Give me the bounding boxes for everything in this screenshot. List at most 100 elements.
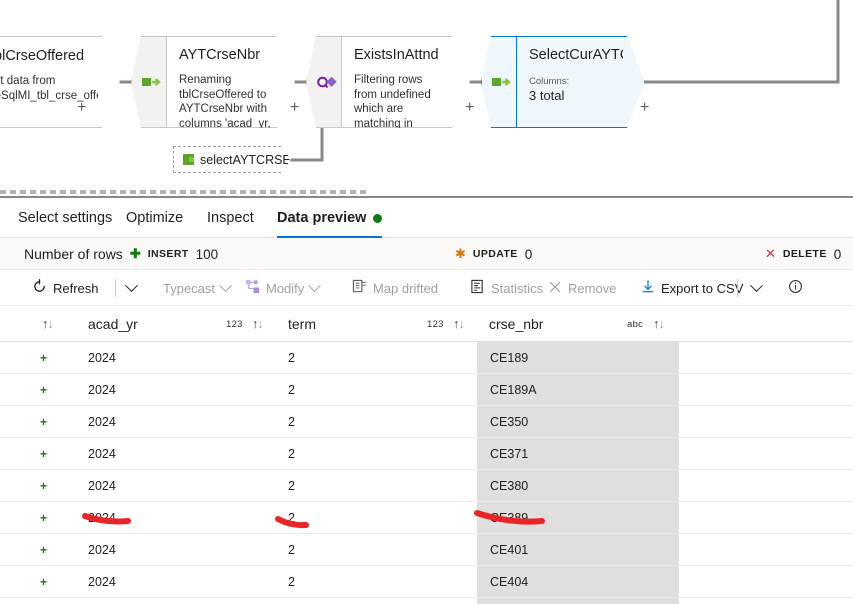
export-to-csv-button[interactable]: Export to CSV: [641, 270, 743, 306]
sort-toggle-next[interactable]: ↑↓: [653, 306, 665, 342]
node-name: SelectCurAYTCRSE: [529, 47, 623, 63]
cell-acad-yr: 2024: [88, 479, 116, 493]
column-header-acad-yr[interactable]: acad_yr: [88, 306, 138, 342]
tab-label: Data preview: [277, 210, 367, 226]
add-node-button[interactable]: +: [640, 100, 649, 116]
typecast-button[interactable]: Typecast: [163, 270, 232, 306]
statistics-button[interactable]: Statistics: [470, 270, 543, 306]
table-row[interactable]: + 2024 2 CE389: [0, 502, 853, 534]
cell-crse-nbr: CE371: [490, 447, 529, 461]
column-header-term[interactable]: term: [288, 306, 316, 342]
download-icon: [641, 279, 655, 297]
table-row[interactable]: + 2024 2 CE404: [0, 566, 853, 598]
node-title-row: tblCrseOffered: [0, 46, 98, 65]
node-name: AYTCrseNbr: [179, 47, 261, 63]
sort-toggle-acad-yr[interactable]: ↑↓: [42, 306, 54, 342]
tab-inspect[interactable]: Inspect: [207, 198, 254, 238]
panel-resize-handle[interactable]: [0, 190, 368, 194]
map-drifted-label: Map drifted: [373, 280, 439, 296]
cell-acad-yr: 2024: [88, 447, 116, 461]
table-row[interactable]: + 2024 2 CE401: [0, 534, 853, 566]
row-marker: +: [40, 543, 48, 557]
add-node-button[interactable]: +: [290, 100, 299, 116]
flow-node-SelectCurAYTCRSE[interactable]: SelectCurAYTCRSE Columns: 3 total +: [516, 36, 649, 128]
sort-icon: ↑↓: [252, 317, 264, 331]
export-to-csv-label: Export to CSV: [661, 280, 744, 296]
node-name: tblCrseOffered: [0, 47, 85, 64]
cell-crse-nbr: CE189: [490, 351, 529, 365]
cell-crse-nbr: CE350: [490, 415, 529, 429]
sort-toggle-crse-nbr[interactable]: ↑↓: [453, 306, 465, 342]
cell-crse-nbr: CE189A: [490, 383, 537, 397]
node-name: ExistsInAttnd: [354, 47, 439, 63]
refresh-button[interactable]: Refresh: [32, 270, 99, 306]
table-row[interactable]: + 2024 2 CE189: [0, 342, 853, 374]
add-node-button[interactable]: +: [465, 100, 474, 116]
info-button[interactable]: [788, 270, 803, 306]
table-row[interactable]: + 2024 2 CE350: [0, 406, 853, 438]
remove-icon: [548, 280, 562, 297]
cell-acad-yr: 2024: [88, 575, 116, 589]
type-tag-number: 123: [427, 318, 444, 330]
column-header-label: acad_yr: [88, 316, 138, 332]
select-transform-icon: [491, 75, 511, 89]
ghost-node-label: selectAYTCRSE: [200, 152, 291, 167]
type-tag-string: abc: [627, 318, 644, 330]
delete-label: DELETE: [782, 248, 827, 260]
column-header-label: term: [288, 316, 316, 332]
cell-term: 2: [288, 575, 295, 589]
insert-label: INSERT: [147, 248, 189, 260]
tab-select-settings[interactable]: Select settings: [18, 198, 112, 238]
modify-button[interactable]: Modify: [245, 270, 322, 306]
column-type-crse-nbr: 123: [427, 306, 444, 342]
modify-label: Modify: [266, 280, 305, 296]
cell-term: 2: [288, 447, 295, 461]
column-header-label: crse_nbr: [489, 316, 544, 332]
chevron-down-icon: [219, 278, 232, 292]
table-row[interactable]: + 2024 2 CE380: [0, 470, 853, 502]
refresh-caret-button[interactable]: [125, 270, 138, 306]
row-marker: +: [40, 447, 48, 461]
flow-node-AYTCrseNbr[interactable]: AYTCrseNbr Renaming tblCrseOffered to AY…: [166, 36, 299, 128]
cell-crse-nbr: CE404: [490, 575, 529, 589]
cell-crse-nbr: CE389: [490, 511, 529, 525]
chevron-down-icon: [750, 278, 763, 292]
flow-node-ExistsInAttnd[interactable]: ExistsInAttnd Filtering rows from undefi…: [341, 36, 474, 128]
chevron-down-icon: [308, 278, 322, 292]
flow-node-tblCrseOffered[interactable]: tblCrseOffered Import data from AzureSql…: [0, 36, 120, 128]
map-drifted-button[interactable]: Map drifted: [352, 270, 438, 306]
tab-data-preview[interactable]: Data preview: [277, 198, 383, 238]
sort-icon: ↑↓: [653, 317, 665, 331]
statistics-icon: [470, 279, 485, 297]
bottom-panel: Select settings Optimize Inspect Data pr…: [0, 198, 853, 604]
sort-toggle-term[interactable]: ↑↓: [252, 306, 264, 342]
cell-term: 2: [288, 511, 295, 525]
row-stats-bar: Number of rows ✚ INSERT 100 ✱ UPDATE 0 ✕…: [0, 238, 853, 270]
remove-button[interactable]: Remove: [548, 270, 616, 306]
node-description: Filtering rows from undefined which are …: [354, 74, 431, 128]
toolbar-separator: [115, 279, 116, 297]
row-marker: +: [40, 351, 48, 365]
node-title-row: SelectCurAYTCRSE: [529, 46, 623, 64]
add-node-button[interactable]: +: [77, 100, 86, 116]
flow-ghost-node-selectAYTCRSE[interactable]: selectAYTCRSE: [173, 146, 291, 173]
row-stats-title: Number of rows: [24, 246, 123, 262]
row-stats-insert: Number of rows ✚ INSERT 100: [24, 238, 218, 270]
remove-label: Remove: [568, 280, 617, 296]
modify-icon: [245, 279, 260, 297]
type-tag-number: 123: [226, 318, 243, 330]
exists-transform-icon: [316, 75, 337, 89]
row-stats-update: ✱ UPDATE 0: [455, 238, 532, 270]
table-row[interactable]: + 2024 2 CE189A: [0, 374, 853, 406]
select-transform-icon: [183, 154, 194, 165]
cell-crse-nbr: CE380: [490, 479, 529, 493]
tab-optimize[interactable]: Optimize: [126, 198, 183, 238]
refresh-label: Refresh: [53, 280, 99, 296]
tab-label: Select settings: [18, 210, 113, 226]
export-caret-button[interactable]: [750, 270, 763, 306]
node-description: Renaming tblCrseOffered to AYTCrseNbr wi…: [179, 74, 271, 128]
data-flow-canvas[interactable]: tblCrseOffered Import data from AzureSql…: [0, 0, 853, 196]
table-row[interactable]: + 2024 2 CE371: [0, 438, 853, 470]
node-title-row: ExistsInAttnd: [354, 46, 448, 64]
column-header-crse-nbr[interactable]: crse_nbr: [489, 306, 543, 342]
